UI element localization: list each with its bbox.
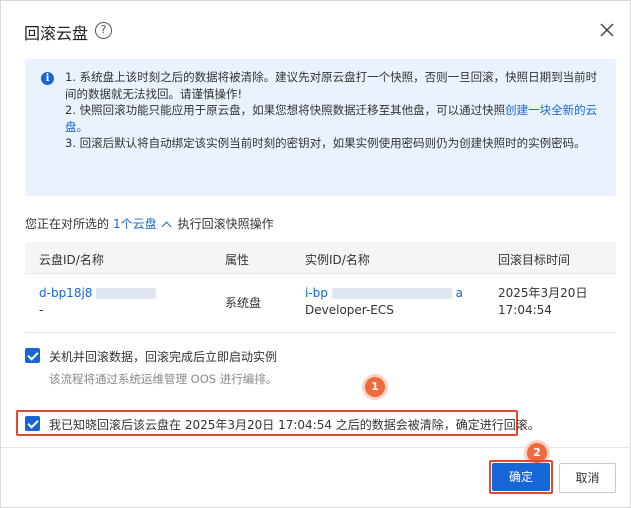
selection-summary: 您正在对所选的 1个云盘 执行回滚快照操作 xyxy=(25,215,274,232)
disk-table: 云盘ID/名称 属性 实例ID/名称 回滚目标时间 d-bp18j8 - 系统盘… xyxy=(25,242,616,333)
close-icon[interactable] xyxy=(598,21,616,39)
notice-line-1: 1. 系统盘上该时刻之后的数据将被清除。建议先对原云盘打一个快照，否则一旦回滚，… xyxy=(65,70,598,101)
notice-line-2: 2. 快照回滚功能只能应用于原云盘，如果您想将快照数据迁移至其他盘，可以通过快照… xyxy=(65,102,605,135)
disk-id-cell: d-bp18j8 xyxy=(39,285,157,302)
oos-note: 该流程将通过系统运维管理 OOS 进行编排。 xyxy=(49,372,278,386)
column-header-attribute: 属性 xyxy=(225,253,250,267)
instance-id-cell: i-bp a xyxy=(305,285,463,302)
notice-text: 1. 系统盘上该时刻之后的数据将被清除。建议先对原云盘打一个快照，否则一旦回滚，… xyxy=(65,69,605,152)
info-icon: i xyxy=(41,72,54,85)
rollback-disk-dialog: 回滚云盘 ? i 1. 系统盘上该时刻之后的数据将被清除。建议先对原云盘打一个快… xyxy=(0,0,631,508)
acknowledge-checkbox[interactable] xyxy=(25,416,40,431)
table-row: d-bp18j8 - 系统盘 i-bp a Developer-ECS 2025… xyxy=(25,274,616,333)
disk-id-link[interactable]: d-bp18j8 xyxy=(39,286,92,300)
column-header-disk: 云盘ID/名称 xyxy=(39,253,104,267)
column-header-target-time: 回滚目标时间 xyxy=(498,253,571,267)
help-icon[interactable]: ? xyxy=(95,22,112,39)
target-date: 2025年3月20日 xyxy=(498,286,588,300)
shutdown-rollback-checkbox[interactable] xyxy=(25,348,40,363)
redacted-instance-id xyxy=(331,288,452,299)
notice-line-2-text: 2. 快照回滚功能只能应用于原云盘，如果您想将快照数据迁移至其他盘，可以通过快照 xyxy=(65,103,506,117)
dialog-header: 回滚云盘 ? xyxy=(1,1,631,61)
notice-box: i 1. 系统盘上该时刻之后的数据将被清除。建议先对原云盘打一个快照，否则一旦回… xyxy=(25,59,616,196)
disk-attribute: 系统盘 xyxy=(225,296,262,310)
step-1-badge: 1 xyxy=(365,377,385,397)
redacted-disk-id xyxy=(96,288,157,299)
cancel-button[interactable]: 取消 xyxy=(559,463,616,493)
dialog-title: 回滚云盘 xyxy=(24,24,89,43)
disk-name: - xyxy=(39,303,44,317)
instance-id-suffix[interactable]: a xyxy=(456,286,463,300)
instance-id-link[interactable]: i-bp xyxy=(305,286,328,300)
selection-prefix: 您正在对所选的 xyxy=(25,217,110,231)
selection-suffix: 执行回滚快照操作 xyxy=(177,217,274,231)
selected-disk-count-link[interactable]: 1个云盘 xyxy=(113,217,157,231)
shutdown-rollback-label[interactable]: 关机并回滚数据，回滚完成后立即启动实例 xyxy=(49,348,277,365)
instance-name: Developer-ECS xyxy=(305,303,394,317)
target-time: 17:04:54 xyxy=(498,303,552,317)
confirm-button[interactable]: 确定 xyxy=(492,463,550,491)
acknowledge-label[interactable]: 我已知晓回滚后该云盘在 2025年3月20日 17:04:54 之后的数据会被清… xyxy=(49,416,540,433)
notice-line-3: 3. 回滚后默认将自动绑定该实例当前时刻的密钥对，如果实例使用密码则仍为创建快照… xyxy=(65,136,586,150)
table-header: 云盘ID/名称 属性 实例ID/名称 回滚目标时间 xyxy=(25,242,616,274)
column-header-instance: 实例ID/名称 xyxy=(305,253,370,267)
chevron-up-icon[interactable] xyxy=(161,221,172,232)
